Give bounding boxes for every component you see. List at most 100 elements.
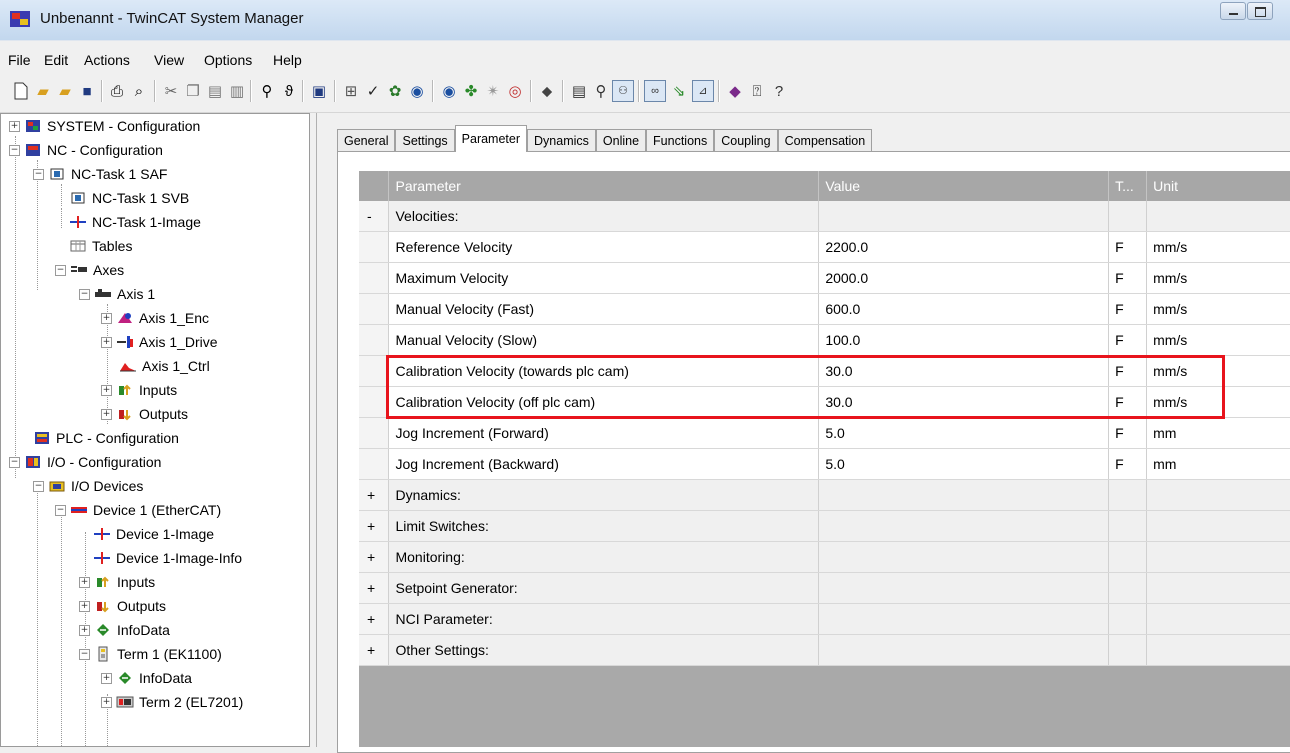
expand-icon[interactable]: + — [79, 576, 90, 588]
expand-group-toggle[interactable]: + — [359, 510, 390, 542]
pointer-tool-icon[interactable]: ⇘ — [668, 80, 690, 102]
table-row[interactable]: Manual Velocity (Fast) 600.0 Fmm/s — [359, 293, 1290, 325]
print-icon[interactable]: ⎙ — [106, 80, 128, 102]
menu-options[interactable]: Options — [204, 52, 252, 68]
paste-icon[interactable]: ▤ — [204, 80, 226, 102]
zoom-icon[interactable]: ⚲ — [590, 80, 612, 102]
expand-icon[interactable]: + — [101, 384, 112, 396]
column-header-type[interactable]: T... — [1108, 171, 1148, 201]
tab-coupling[interactable]: Coupling — [714, 129, 778, 151]
collapse-group-toggle[interactable]: - — [359, 201, 390, 232]
tree-item-nc-task-saf[interactable]: − NC-Task 1 SAF — [33, 162, 167, 186]
minimize-button[interactable] — [1220, 2, 1246, 20]
parameter-value[interactable]: 5.0 — [818, 417, 1110, 449]
tree-item-axis-1-enc[interactable]: + Axis 1_Enc — [101, 306, 209, 330]
table-row[interactable]: Calibration Velocity (off plc cam) 30.0 Fm… — [359, 386, 1290, 418]
parameter-value[interactable]: 30.0 — [818, 355, 1110, 387]
tab-functions[interactable]: Functions — [646, 129, 715, 151]
collapse-icon[interactable]: − — [33, 480, 44, 492]
column-header-parameter[interactable]: Parameter — [388, 171, 820, 201]
menu-view[interactable]: View — [154, 52, 184, 68]
tree-item-nc-task-image[interactable]: NC-Task 1-Image — [69, 210, 201, 234]
tab-parameter[interactable]: Parameter — [454, 125, 528, 152]
tree-item-device-outputs[interactable]: + Outputs — [79, 594, 166, 618]
scan-icon[interactable]: ✴ — [482, 80, 504, 102]
table-row[interactable]: + NCI Parameter: — [359, 603, 1290, 635]
tab-compensation[interactable]: Compensation — [777, 129, 873, 151]
config-mode-icon[interactable]: ◉ — [438, 80, 460, 102]
load-io-devices-icon[interactable]: ✤ — [460, 80, 482, 102]
collapse-icon[interactable]: − — [55, 504, 66, 516]
online-toggle-icon[interactable]: ⊿ — [692, 80, 714, 102]
tree-item-axis-1[interactable]: − Axis 1 — [79, 282, 155, 306]
open-recent-icon[interactable]: ▰ — [54, 80, 76, 102]
tree-item-device-1-image-info[interactable]: Device 1-Image-Info — [93, 546, 242, 570]
collapse-icon[interactable]: − — [79, 288, 90, 300]
find-icon[interactable]: ⚲ — [256, 80, 278, 102]
copy-icon[interactable]: ❐ — [182, 80, 204, 102]
watch-toggle-icon[interactable]: ⚇ — [612, 80, 634, 102]
tree-item-io-configuration[interactable]: − I/O - Configuration — [9, 450, 161, 474]
cut-icon[interactable]: ✂ — [160, 80, 182, 102]
table-row[interactable]: Calibration Velocity (towards plc cam) 30… — [359, 355, 1290, 387]
parameter-value[interactable]: 100.0 — [818, 324, 1110, 356]
table-row[interactable]: + Dynamics: — [359, 479, 1290, 511]
parameter-value[interactable]: 5.0 — [818, 448, 1110, 480]
restart-tc-icon[interactable]: ◉ — [406, 80, 428, 102]
context-help-icon[interactable]: ? — [768, 80, 790, 102]
help-topics-icon[interactable]: ⍰ — [746, 80, 768, 102]
table-row[interactable]: + Limit Switches: — [359, 510, 1290, 542]
paste-with-links-icon[interactable]: ▥ — [226, 80, 248, 102]
tree-item-device-infodata[interactable]: + InfoData — [79, 618, 170, 642]
tree-item-term-infodata[interactable]: + InfoData — [101, 666, 192, 690]
open-folder-icon[interactable]: ▰ — [32, 80, 54, 102]
expand-group-toggle[interactable]: + — [359, 634, 390, 666]
parameter-value[interactable]: 30.0 — [818, 386, 1110, 418]
tree-item-axis-1-ctrl[interactable]: Axis 1_Ctrl — [119, 354, 210, 378]
collapse-icon[interactable]: − — [79, 648, 90, 660]
menu-file[interactable]: File — [8, 52, 31, 68]
tree-item-device-1-ethercat[interactable]: − Device 1 (EtherCAT) — [55, 498, 221, 522]
expand-icon[interactable]: + — [101, 696, 112, 708]
collapse-icon[interactable]: − — [33, 168, 44, 180]
save-icon[interactable]: ■ — [76, 80, 98, 102]
column-header-unit[interactable]: Unit — [1146, 171, 1290, 201]
expand-group-toggle[interactable]: + — [359, 603, 390, 635]
toggle-freerun-icon[interactable]: ◎ — [504, 80, 526, 102]
target-system-icon[interactable]: ▣ — [308, 80, 330, 102]
menu-help[interactable]: Help — [273, 52, 302, 68]
tree-item-io-devices[interactable]: − I/O Devices — [33, 474, 143, 498]
tree-item-tables[interactable]: Tables — [69, 234, 132, 258]
table-row[interactable]: Manual Velocity (Slow) 100.0 Fmm/s — [359, 324, 1290, 356]
maximize-button[interactable] — [1247, 2, 1273, 20]
expand-icon[interactable]: + — [79, 624, 90, 636]
tree-item-device-1-image[interactable]: Device 1-Image — [93, 522, 214, 546]
collapse-icon[interactable]: − — [55, 264, 66, 276]
parameter-value[interactable]: 600.0 — [818, 293, 1110, 325]
expand-icon[interactable]: + — [9, 120, 20, 132]
find-next-icon[interactable]: ϑ — [278, 80, 300, 102]
expand-icon[interactable]: + — [79, 600, 90, 612]
expand-group-toggle[interactable]: + — [359, 572, 390, 604]
tree-item-axis-inputs[interactable]: + Inputs — [101, 378, 177, 402]
parameter-value[interactable]: 2200.0 — [818, 231, 1110, 263]
menu-actions[interactable]: Actions — [84, 52, 130, 68]
tree-item-nc-task-svb[interactable]: NC-Task 1 SVB — [69, 186, 189, 210]
tab-dynamics[interactable]: Dynamics — [527, 129, 596, 151]
table-row[interactable]: - Velocities: — [359, 201, 1290, 232]
tree-item-axes[interactable]: − Axes — [55, 258, 124, 282]
library-icon[interactable]: ◆ — [724, 80, 746, 102]
tree-item-term-2-el7201[interactable]: + Term 2 (EL7201) — [101, 690, 243, 714]
table-row[interactable]: Reference Velocity 2200.0 Fmm/s — [359, 231, 1290, 263]
table-row[interactable]: Jog Increment (Backward) 5.0 Fmm — [359, 448, 1290, 480]
table-row[interactable]: + Setpoint Generator: — [359, 572, 1290, 604]
network-icon[interactable]: ⬥ — [536, 80, 558, 102]
expand-icon[interactable]: + — [101, 312, 112, 324]
glasses-toggle-icon[interactable]: ∞ — [644, 80, 666, 102]
table-row[interactable]: Jog Increment (Forward) 5.0 Fmm — [359, 417, 1290, 449]
generate-mappings-icon[interactable]: ⊞ — [340, 80, 362, 102]
expand-group-toggle[interactable]: + — [359, 479, 390, 511]
table-row[interactable]: Maximum Velocity 2000.0 Fmm/s — [359, 262, 1290, 294]
new-file-icon[interactable] — [10, 80, 32, 102]
tab-online[interactable]: Online — [595, 129, 647, 151]
